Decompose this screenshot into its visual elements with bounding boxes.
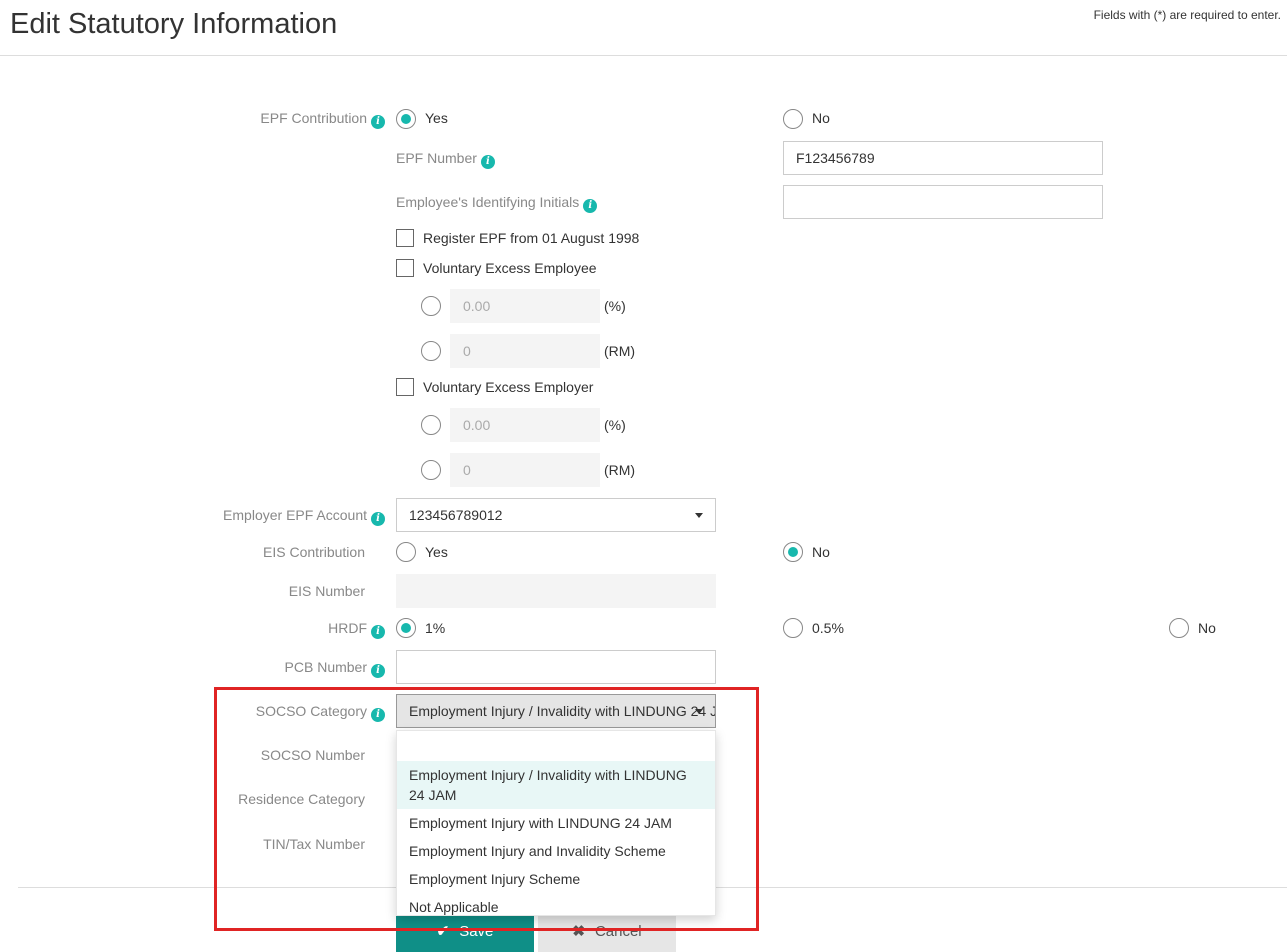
eis-number-label: EIS Number: [288, 583, 365, 599]
caret-down-icon: [695, 513, 703, 518]
check-icon: ✔: [436, 923, 450, 940]
epf-no-radio[interactable]: [783, 109, 803, 129]
info-icon[interactable]: i: [583, 199, 598, 213]
page-title: Edit Statutory Information: [10, 8, 338, 40]
eis-no-radio[interactable]: [783, 542, 803, 562]
dropdown-search-field[interactable]: [397, 731, 715, 761]
info-icon[interactable]: i: [371, 115, 385, 129]
hrdf-1-percent-label: 1%: [425, 620, 446, 636]
socso-number-label: SOCSO Number: [260, 747, 365, 763]
residence-category-label: Residence Category: [238, 791, 365, 807]
vol-employee-rm-input[interactable]: 0: [450, 334, 600, 368]
eis-yes-radio[interactable]: [396, 542, 416, 562]
voluntary-excess-employee-checkbox[interactable]: [396, 259, 414, 277]
info-icon[interactable]: i: [371, 512, 385, 526]
epf-number-label: EPF Number i: [396, 150, 495, 169]
required-fields-note: Fields with (*) are required to enter.: [1093, 8, 1281, 22]
vol-employer-percent-radio[interactable]: [421, 415, 441, 435]
dropdown-option[interactable]: Employment Injury / Invalidity with LIND…: [397, 761, 715, 809]
pcb-number-input[interactable]: [396, 650, 716, 684]
hrdf-no-label: No: [1198, 620, 1216, 636]
vol-employee-percent-input[interactable]: 0.00: [450, 289, 600, 323]
dropdown-option[interactable]: Not Applicable: [397, 893, 715, 921]
dropdown-option[interactable]: Employment Injury Scheme: [397, 865, 715, 893]
socso-category-dropdown: Employment Injury / Invalidity with LIND…: [396, 730, 716, 916]
employee-initials-input[interactable]: [783, 185, 1103, 219]
epf-yes-label: Yes: [425, 110, 448, 126]
hrdf-half-percent-radio[interactable]: [783, 618, 803, 638]
percent-unit: (%): [604, 417, 626, 433]
epf-contribution-label: EPF Contribution i: [260, 110, 385, 129]
socso-category-select[interactable]: Employment Injury / Invalidity with LIND…: [396, 694, 716, 728]
epf-number-input[interactable]: F123456789: [783, 141, 1103, 175]
info-icon[interactable]: i: [480, 155, 495, 169]
percent-unit: (%): [604, 298, 626, 314]
dropdown-option[interactable]: Employment Injury with LINDUNG 24 JAM: [397, 809, 715, 837]
employer-epf-account-select[interactable]: 123456789012: [396, 498, 716, 532]
epf-yes-radio[interactable]: [396, 109, 416, 129]
register-epf-label: Register EPF from 01 August 1998: [423, 230, 640, 246]
hrdf-half-percent-label: 0.5%: [812, 620, 844, 636]
page-header: Edit Statutory Information Fields with (…: [0, 0, 1287, 56]
eis-no-label: No: [812, 544, 830, 560]
employee-initials-label: Employee's Identifying Initials i: [396, 194, 598, 213]
epf-no-label: No: [812, 110, 830, 126]
employer-epf-account-label: Employer EPF Account i: [223, 507, 385, 526]
hrdf-1-percent-radio[interactable]: [396, 618, 416, 638]
rm-unit: (RM): [604, 462, 636, 478]
pcb-number-label: PCB Number i: [285, 659, 385, 678]
tin-tax-number-label: TIN/Tax Number: [263, 836, 365, 852]
hrdf-no-radio[interactable]: [1169, 618, 1189, 638]
vol-employee-rm-radio[interactable]: [421, 341, 441, 361]
voluntary-excess-employer-checkbox[interactable]: [396, 378, 414, 396]
info-icon[interactable]: i: [371, 708, 385, 722]
voluntary-excess-employer-label: Voluntary Excess Employer: [423, 379, 594, 395]
eis-contribution-label: EIS Contribution: [263, 544, 365, 560]
close-icon: ✖: [572, 923, 585, 940]
vol-employer-rm-input[interactable]: 0: [450, 453, 600, 487]
vol-employer-percent-input[interactable]: 0.00: [450, 408, 600, 442]
vol-employer-rm-radio[interactable]: [421, 460, 441, 480]
info-icon[interactable]: i: [371, 664, 385, 678]
caret-down-icon: [695, 709, 703, 714]
dropdown-option[interactable]: Employment Injury and Invalidity Scheme: [397, 837, 715, 865]
eis-yes-label: Yes: [425, 544, 448, 560]
socso-category-label: SOCSO Category i: [256, 703, 385, 722]
rm-unit: (RM): [604, 343, 636, 359]
eis-number-input[interactable]: [396, 574, 716, 608]
hrdf-label: HRDF i: [328, 620, 385, 639]
register-epf-checkbox[interactable]: [396, 229, 414, 247]
voluntary-excess-employee-label: Voluntary Excess Employee: [423, 260, 597, 276]
info-icon[interactable]: i: [371, 625, 385, 639]
vol-employee-percent-radio[interactable]: [421, 296, 441, 316]
